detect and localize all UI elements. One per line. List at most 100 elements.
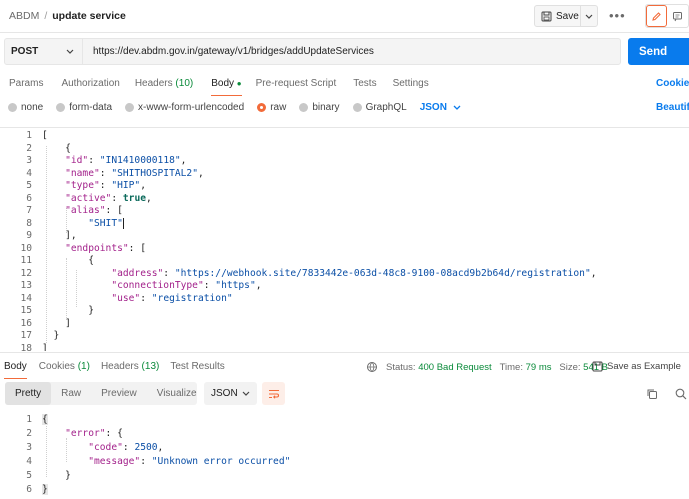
tab-settings[interactable]: Settings xyxy=(393,78,429,89)
radio-urlencoded[interactable]: x-www-form-urlencoded xyxy=(125,102,244,113)
documentation-mode-button[interactable] xyxy=(667,5,688,27)
resp-cookies-label: Cookies xyxy=(38,361,75,372)
json-number: 2500 xyxy=(134,442,158,453)
tab-prerequest-script[interactable]: Pre-request Script xyxy=(256,78,337,89)
code-line-10: "endpoints": [ xyxy=(65,242,146,254)
line-number: 14 xyxy=(20,292,32,304)
resp-line-5: } xyxy=(42,470,71,481)
json-key: "type" xyxy=(65,180,100,191)
globe-icon[interactable] xyxy=(366,361,378,373)
method-select[interactable]: POST xyxy=(5,39,83,64)
line-number: 6 xyxy=(26,192,32,204)
radio-binary[interactable]: binary xyxy=(299,102,340,113)
json-key: "address" xyxy=(111,267,164,279)
response-format-select[interactable]: JSON xyxy=(204,382,257,405)
resp-tab-test-results[interactable]: Test Results xyxy=(170,361,224,372)
resp-headers-label: Headers xyxy=(100,361,139,372)
view-pretty[interactable]: Pretty xyxy=(5,382,52,405)
code-line-16: ] xyxy=(42,317,71,329)
status-badge[interactable]: 400 Bad Request xyxy=(418,362,491,373)
code-line-3: "id": "IN1410000118", xyxy=(65,155,187,166)
save-as-example-button[interactable]: Save as Example xyxy=(592,361,681,372)
code-line-5: "type": "HIP", xyxy=(65,180,146,191)
code-line-8: "SHIT" xyxy=(42,217,124,231)
resp-line-4: "message": "Unknown error occurred" xyxy=(88,456,291,467)
radio-dot-selected xyxy=(257,103,267,112)
chevron-down-icon xyxy=(66,49,74,54)
view-preview[interactable]: Preview xyxy=(91,382,147,405)
line-number: 3 xyxy=(26,442,32,453)
response-body-viewer[interactable]: 1 { 2 "error": { 3 "code": 2500, 4 "messa… xyxy=(0,410,689,499)
tab-body-label: Body xyxy=(211,78,235,89)
resp-tab-headers[interactable]: Headers (13) xyxy=(101,361,159,372)
resp-tab-cookies[interactable]: Cookies (1) xyxy=(39,361,90,372)
body-format-select[interactable]: JSON xyxy=(420,102,461,113)
radio-urlencoded-label: x-www-form-urlencoded xyxy=(138,102,245,113)
line-number: 5 xyxy=(26,180,32,191)
radio-dot xyxy=(352,103,362,112)
line-number: 10 xyxy=(20,242,32,254)
edit-mode-button[interactable] xyxy=(646,5,668,27)
radio-raw[interactable]: raw xyxy=(257,102,286,113)
line-number: 12 xyxy=(20,267,32,279)
chevron-down-icon xyxy=(242,391,250,396)
radio-none[interactable]: none xyxy=(8,102,43,113)
status-label: Status: xyxy=(386,361,416,373)
line-number: 11 xyxy=(20,255,32,266)
json-key: "error" xyxy=(65,428,106,439)
code-line-18: ] xyxy=(42,342,48,352)
tab-body[interactable]: Body ● xyxy=(211,78,243,96)
copy-icon[interactable] xyxy=(646,388,658,403)
search-icon[interactable] xyxy=(675,388,687,403)
view-visualize[interactable]: Visualize xyxy=(147,382,207,405)
radio-graphql[interactable]: GraphQL xyxy=(352,102,407,113)
chevron-down-icon xyxy=(585,14,593,19)
json-key: "connectionType" xyxy=(111,280,204,291)
resp-tab-body[interactable]: Body xyxy=(4,361,27,379)
tab-params[interactable]: Params xyxy=(9,78,43,89)
radio-dot xyxy=(8,103,17,112)
tab-headers[interactable]: Headers (10) xyxy=(135,78,193,89)
line-number: 8 xyxy=(26,217,32,229)
tab-tests[interactable]: Tests xyxy=(353,78,376,89)
resp-line-2: "error": { xyxy=(65,428,123,439)
request-body-editor[interactable]: 1 [ 2 { 3 "id": "IN1410000118", 4 "name":… xyxy=(0,127,689,351)
save-button[interactable]: Save xyxy=(535,6,582,26)
response-time[interactable]: 79 ms xyxy=(526,362,552,373)
json-boolean: true xyxy=(122,192,146,204)
code-line-11: { xyxy=(42,255,94,266)
beautify-link[interactable]: Beautify xyxy=(656,102,689,113)
request-tabs: Params Authorization Headers (10) Body ●… xyxy=(9,78,429,96)
view-raw[interactable]: Raw xyxy=(51,382,91,405)
code-line-12: "address": "https://webhook.site/7833442… xyxy=(111,267,597,279)
json-key: "alias" xyxy=(65,205,106,216)
pencil-icon xyxy=(652,11,661,21)
json-string: "Unknown error occurred" xyxy=(151,456,291,467)
radio-raw-label: raw xyxy=(270,102,287,113)
line-number: 6 xyxy=(26,484,32,495)
line-number: 2 xyxy=(26,142,32,154)
text-cursor xyxy=(122,217,124,229)
code-line-2: { xyxy=(42,142,71,154)
code-line-13: "connectionType": "https", xyxy=(111,280,262,291)
chevron-down-icon xyxy=(453,105,460,110)
resp-headers-count: (13) xyxy=(141,361,160,372)
tab-authorization[interactable]: Authorization xyxy=(61,78,119,89)
cookies-link[interactable]: Cookies xyxy=(656,78,689,89)
code-line-6: "active": true, xyxy=(65,192,152,204)
request-name[interactable]: update service xyxy=(52,10,126,22)
code-line-9: ], xyxy=(42,230,77,241)
save-icon xyxy=(541,11,552,21)
radio-form-data[interactable]: form-data xyxy=(56,102,112,113)
url-input[interactable]: https://dev.abdm.gov.in/gateway/v1/bridg… xyxy=(83,46,374,57)
wrap-lines-button[interactable] xyxy=(262,382,285,405)
send-button[interactable]: Send xyxy=(628,38,689,65)
radio-none-label: none xyxy=(21,102,44,113)
line-number: 16 xyxy=(20,317,32,329)
more-actions-icon[interactable]: ••• xyxy=(609,8,626,23)
save-options-button[interactable] xyxy=(581,6,597,26)
line-number: 9 xyxy=(26,230,32,241)
json-string: "https" xyxy=(215,280,256,291)
breadcrumb-collection[interactable]: ABDM xyxy=(9,10,39,22)
json-string: "SHITHOSPITAL2" xyxy=(111,167,198,179)
